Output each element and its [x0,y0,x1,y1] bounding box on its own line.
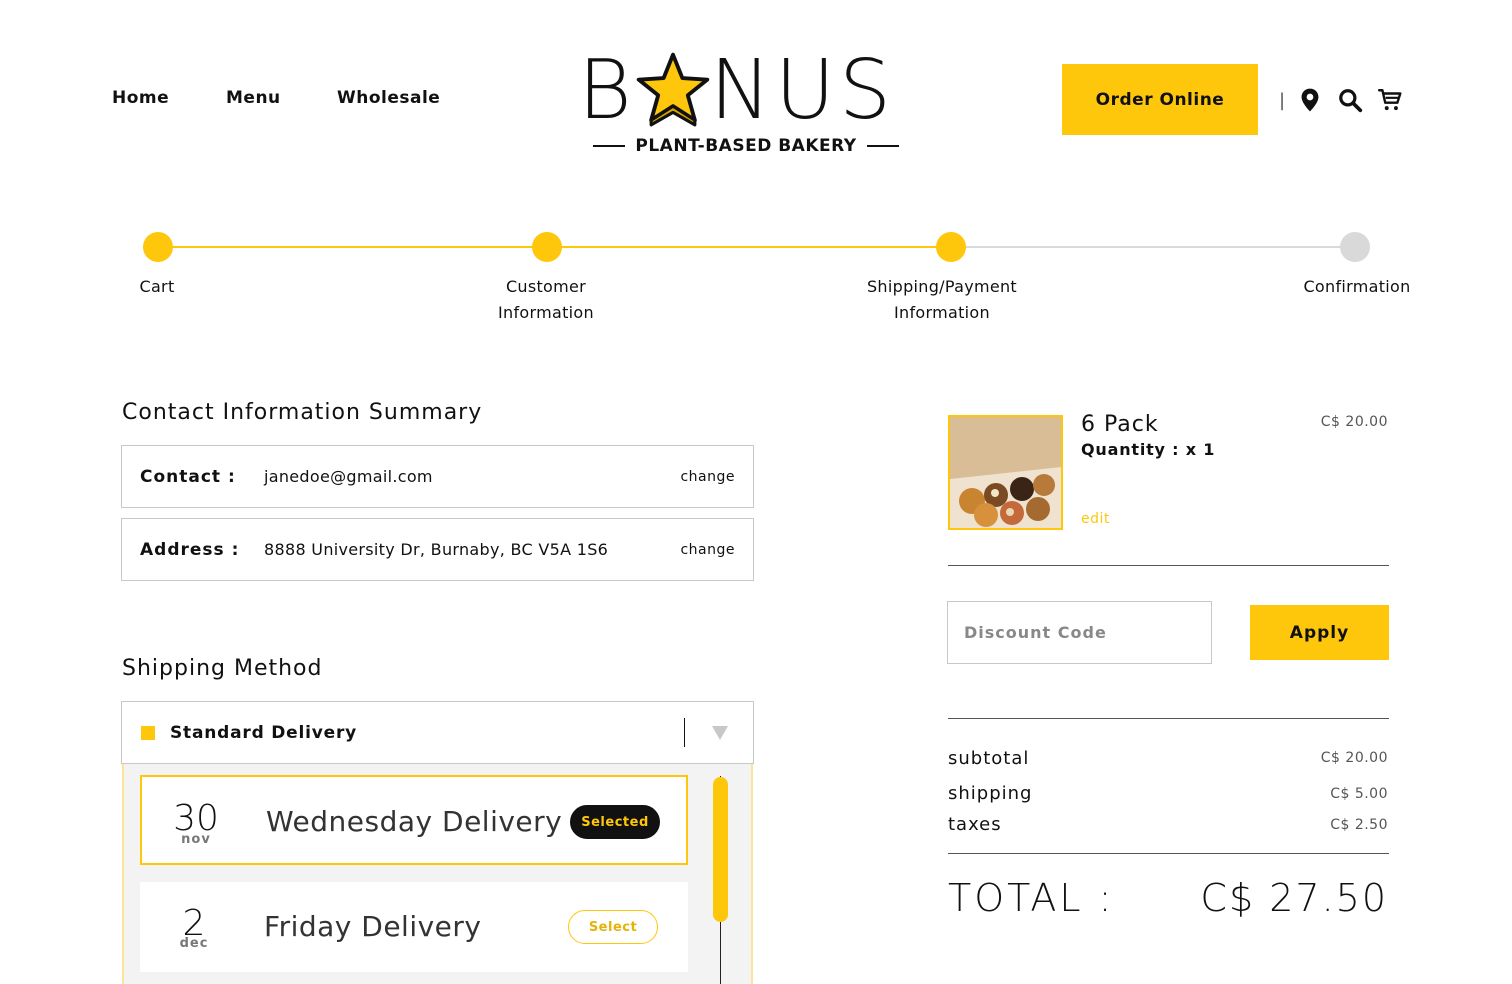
subtotal-label: subtotal [948,748,1030,769]
address-row: Address : 8888 University Dr, Burnaby, B… [121,518,754,581]
shipping-label: shipping [948,783,1033,804]
logo-dash-left [593,145,626,147]
step-dot-customer[interactable] [532,232,562,262]
delivery-day-name: Wednesday Delivery [266,805,563,838]
delivery-day-option[interactable]: 2 dec Friday Delivery Select [140,882,688,972]
delivery-day-month: dec [179,936,209,951]
address-key: Address : [140,539,240,560]
product-name: 6 Pack [1081,412,1159,437]
star-icon [636,52,709,127]
logo-wordmark: B NUS [578,50,895,132]
step-label-shipping-line1: Shipping/Payment [866,277,1018,296]
taxes-label: taxes [948,814,1002,835]
header-separator: | [1279,90,1286,111]
shipping-method-title: Shipping Method [122,656,323,681]
divider [948,853,1389,854]
chevron-down-icon[interactable] [712,726,728,740]
nav-home-link[interactable]: Home [112,88,169,108]
selected-day-button[interactable]: Selected [570,805,660,839]
step-label-confirmation: Confirmation [1284,274,1430,300]
cart-icon[interactable] [1377,87,1403,113]
discount-code-input[interactable] [947,601,1212,664]
total-label: TOTAL : [948,876,1115,920]
change-contact-button[interactable]: change [680,469,735,485]
divider [948,718,1389,719]
product-quantity: Quantity : x 1 [1081,440,1216,459]
logo-dash-right [866,145,899,147]
nav-menu-link[interactable]: Menu [226,88,281,108]
address-value: 8888 University Dr, Burnaby, BC V5A 1S6 [264,540,609,559]
shipping-value: C$ 5.00 [1330,786,1388,802]
change-address-button[interactable]: change [680,542,735,558]
checkout-progress: Cart Customer Information Shipping/Payme… [0,232,1512,332]
apply-discount-button[interactable]: Apply [1250,605,1389,660]
logo-letters-nus: NUS [709,43,896,138]
shipping-method-selected: Standard Delivery [170,723,358,743]
shipping-method-marker [141,726,155,740]
product-price: C$ 20.00 [1320,414,1388,430]
shipping-method-dropdown[interactable]: Standard Delivery [121,701,754,764]
delivery-day-list: 30 nov Wednesday Delivery Selected 2 dec… [122,764,753,984]
nav-wholesale-link[interactable]: Wholesale [337,88,440,108]
cookie-box-image [950,417,1061,528]
contact-key: Contact : [140,466,236,487]
subtotal-value: C$ 20.00 [1320,750,1388,766]
contact-value: janedoe@gmail.com [264,467,433,486]
step-label-cart: Cart [97,274,217,300]
dropdown-divider [684,718,685,747]
progress-track-remaining [950,246,1354,248]
contact-summary-title: Contact Information Summary [122,400,483,425]
edit-item-button[interactable]: edit [1081,511,1110,527]
step-label-customer: Customer Information [446,274,646,326]
taxes-value: C$ 2.50 [1330,817,1388,833]
step-label-customer-line2: Information [498,303,594,322]
order-online-button[interactable]: Order Online [1062,64,1258,135]
step-label-shipping: Shipping/Payment Information [830,274,1054,326]
divider [948,565,1389,566]
step-dot-cart[interactable] [143,232,173,262]
step-label-confirmation-line1: Confirmation [1303,277,1411,296]
step-dot-confirmation [1340,232,1370,262]
search-icon[interactable] [1337,87,1363,113]
delivery-day-option[interactable]: 30 nov Wednesday Delivery Selected [140,775,688,865]
scrollbar-thumb[interactable] [713,777,728,922]
step-label-customer-line1: Customer [505,277,587,296]
total-value: C$ 27.50 [1200,876,1388,920]
step-label-shipping-line2: Information [894,303,990,322]
delivery-day-name: Friday Delivery [264,910,482,943]
bonus-logo[interactable]: B NUS PLANT-BASED BAKERY [578,44,914,164]
contact-row: Contact : janedoe@gmail.com change [121,445,754,508]
delivery-day-month: nov [181,832,211,847]
logo-tagline: PLANT-BASED BAKERY [578,136,914,156]
logo-tagline-text: PLANT-BASED BAKERY [635,136,857,156]
product-thumbnail [948,415,1063,530]
step-label-cart-line1: Cart [139,277,175,296]
location-pin-icon[interactable] [1297,87,1323,113]
logo-letter-b: B [578,43,636,138]
select-day-button[interactable]: Select [568,910,658,944]
step-dot-shipping[interactable] [936,232,966,262]
